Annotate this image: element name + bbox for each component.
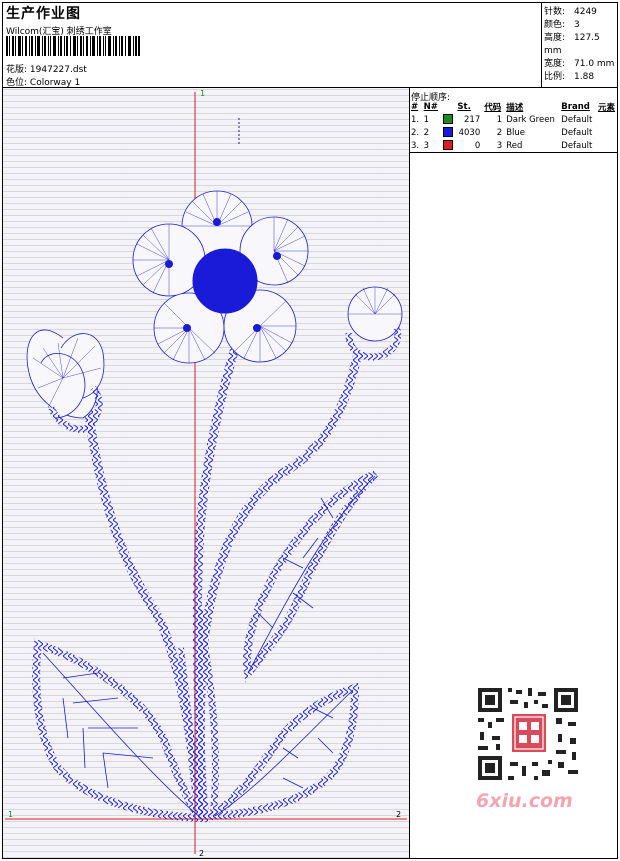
color-swatch	[442, 140, 453, 151]
stat-width: 宽度: 71.0 mm	[544, 59, 615, 69]
qr-code	[472, 682, 584, 786]
axis-label-bottom: 2	[199, 849, 204, 858]
leaf-right-upper	[243, 470, 378, 683]
table-header-row: # N# St. 代码 描述 Brand 元素	[409, 101, 618, 113]
design-canvas: 1 2 1 2	[3, 88, 409, 858]
stat-colors: 颜色: 3	[544, 20, 580, 30]
table-row: 1. 1 217 1 Dark Green Default	[411, 114, 593, 125]
design-value: 1947227.dst	[29, 65, 87, 75]
col-element: 元素	[597, 103, 615, 113]
design-file-row: 花版: 1947227.dst	[6, 62, 87, 75]
axis-label-left: 1	[8, 810, 13, 819]
col-needle: N#	[423, 102, 438, 112]
stats-panel: 针数: 4249 颜色: 3 高度: 127.5 mm 宽度: 71.0 mm 比例: 1…	[544, 6, 620, 84]
col-hash: #	[411, 102, 419, 112]
col-code: 代码	[484, 103, 502, 113]
table-row: 3. 3 0 3 Red Default	[409, 139, 618, 153]
col-swatch	[441, 101, 456, 113]
col-brand: Brand	[561, 102, 590, 112]
stem-right	[195, 351, 363, 819]
barcode	[6, 36, 140, 56]
header-divider	[541, 2, 542, 87]
color-swatch	[442, 127, 453, 138]
col-desc: 描述	[506, 103, 524, 113]
axis-label-top: 1	[200, 89, 205, 98]
stat-stitches: 针数: 4249	[544, 7, 597, 17]
stop-sequence-table: # N# St. 代码 描述 Brand 元素 1. 1 217 1 Dark …	[409, 101, 618, 153]
page-title: 生产作业图	[6, 6, 81, 22]
color-swatch	[442, 114, 453, 125]
embroidery-preview: 1 2 1 2	[5, 89, 407, 858]
col-stitches: St.	[457, 102, 471, 112]
stat-height: 高度: 127.5 mm	[544, 33, 600, 56]
leaf-right-lower	[200, 682, 360, 821]
table-row: 2. 2 4030 2 Blue Default	[411, 127, 593, 138]
watermark: 6xiu.com	[476, 790, 573, 812]
design-label: 花版:	[6, 65, 28, 75]
panel-divider	[409, 88, 410, 859]
axis-label-right: 2	[396, 810, 401, 819]
stat-scale: 比例: 1.88	[544, 72, 595, 82]
stem-left	[82, 397, 204, 819]
flower-center	[192, 248, 258, 314]
